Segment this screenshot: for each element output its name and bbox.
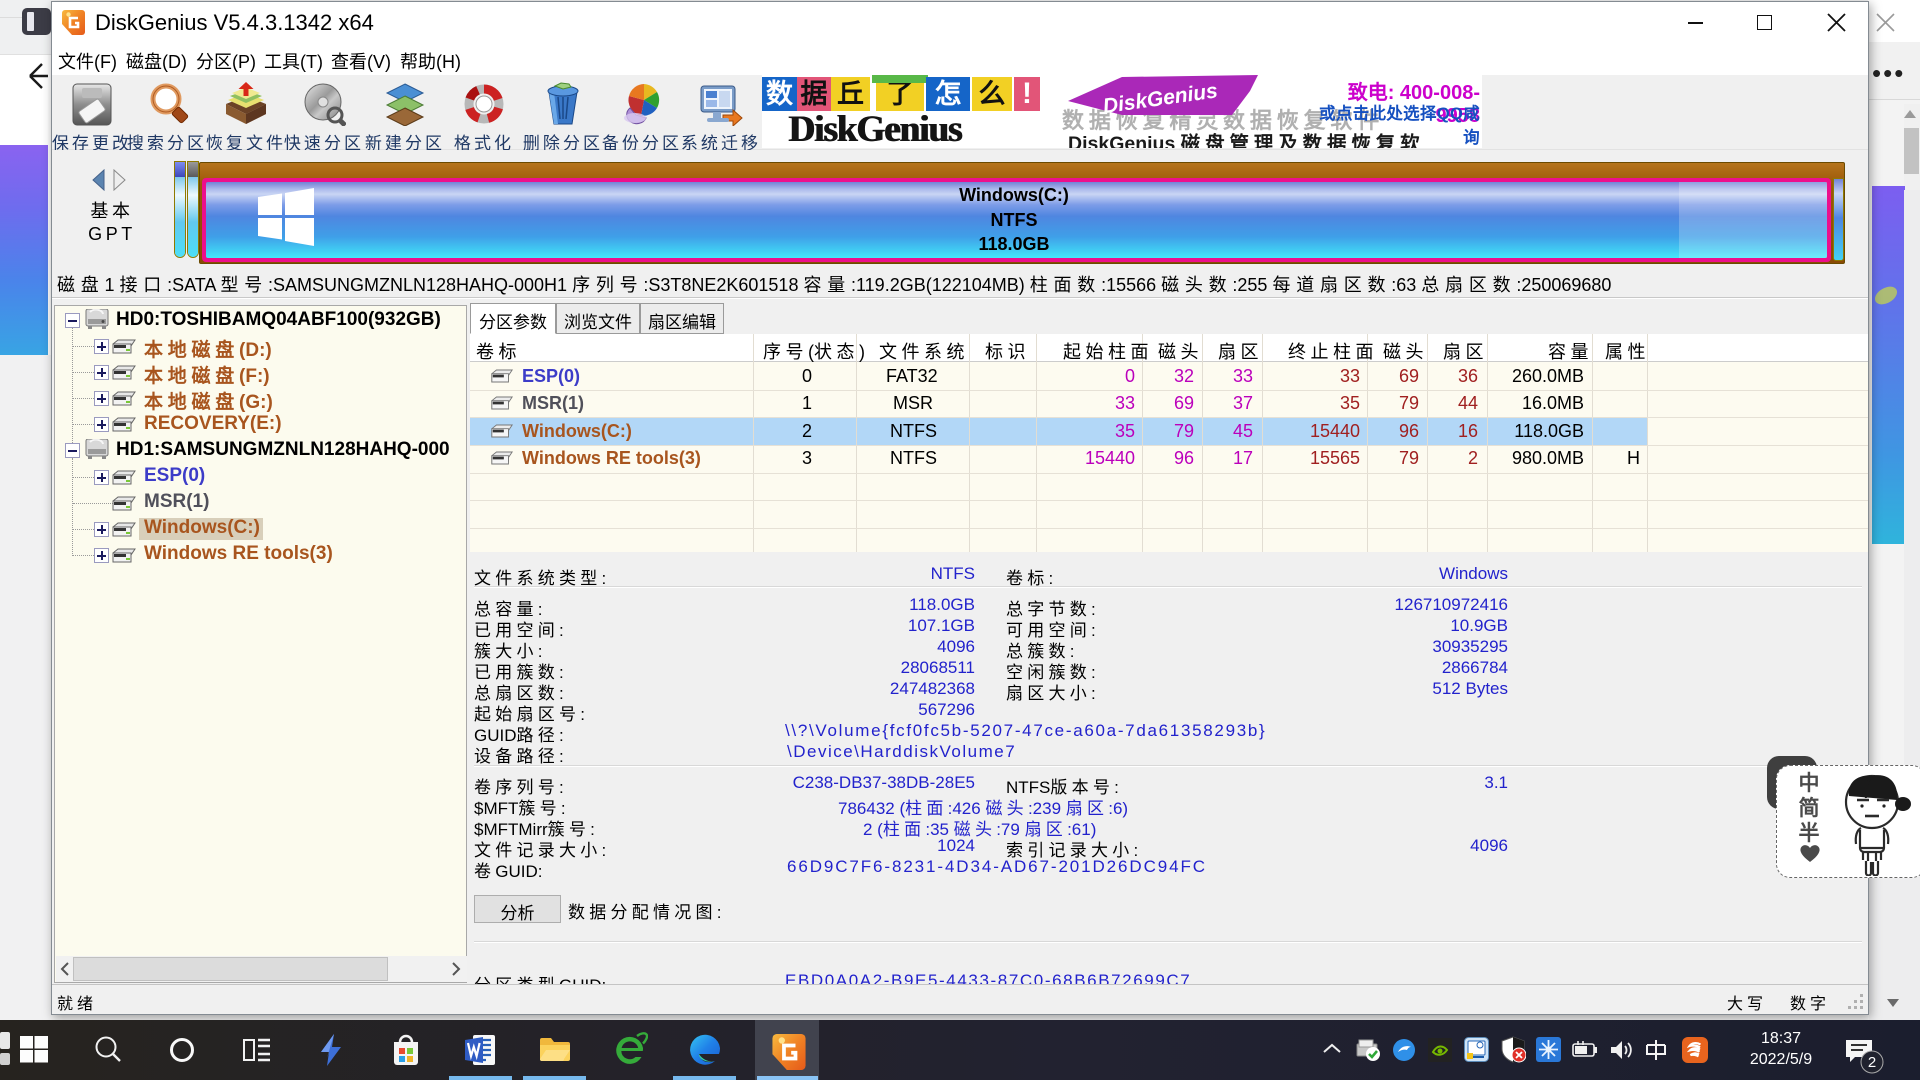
- svg-text:2: 2: [1868, 1054, 1876, 1071]
